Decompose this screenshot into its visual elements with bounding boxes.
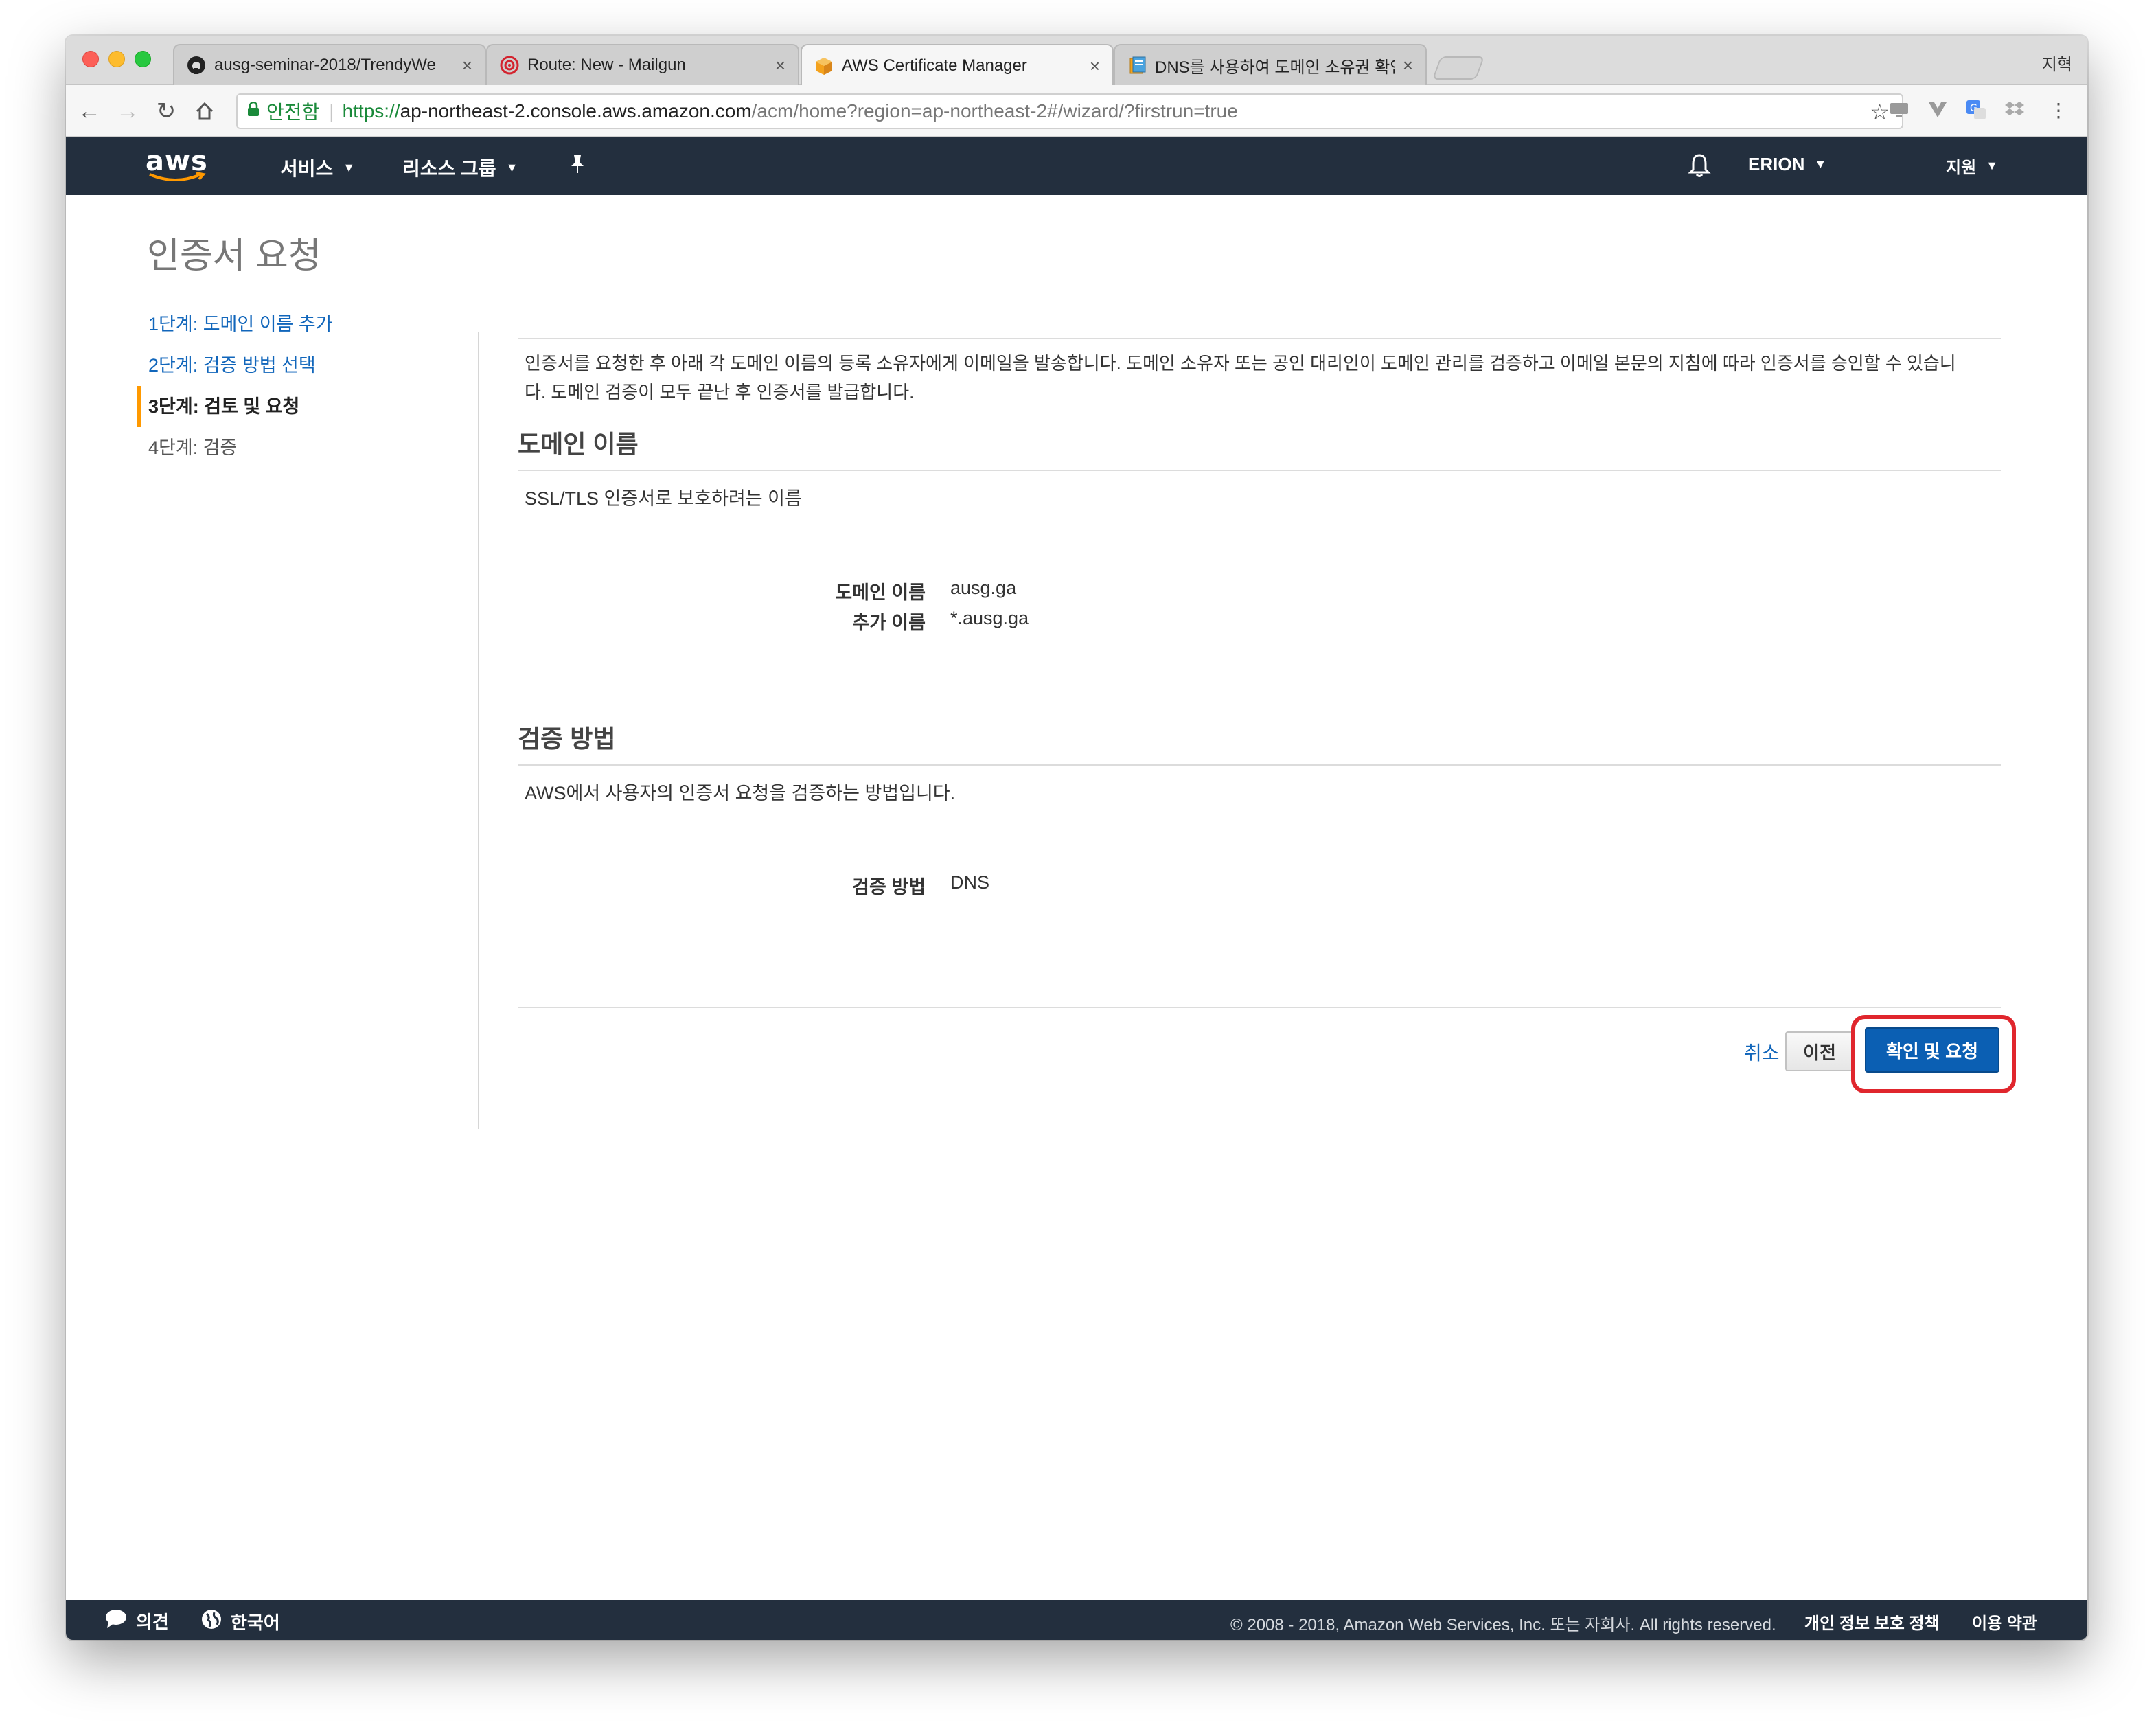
intro-line-2: 다. 도메인 검증이 모두 끝난 후 인증서를 발급합니다. — [525, 382, 915, 402]
previous-button[interactable]: 이전 — [1785, 1031, 1854, 1071]
chevron-down-icon: ▼ — [343, 160, 356, 174]
validation-method-value: DNS — [950, 872, 990, 893]
page-content: 인증서 요청 1단계: 도메인 이름 추가 2단계: 검증 방법 선택 3단계:… — [66, 195, 2087, 1600]
feedback-button[interactable]: 의견 — [104, 1608, 169, 1634]
additional-name-row: 추가 이름 *.ausg.ga — [518, 608, 2001, 638]
close-tab-icon[interactable]: × — [1403, 55, 1413, 76]
support-label: 지원 — [1946, 159, 1977, 177]
secure-label: 안전함 — [266, 102, 320, 123]
dropbox-extension-icon[interactable] — [2002, 98, 2027, 122]
forward-arrow-icon[interactable]: → — [114, 98, 141, 125]
browser-menu-icon[interactable]: ⋮ — [2046, 98, 2071, 122]
validation-method-row: 검증 방법 DNS — [518, 872, 2001, 902]
tab-title: Route: New - Mailgun — [527, 56, 686, 74]
globe-icon — [200, 1608, 222, 1635]
domain-name-label: 도메인 이름 — [835, 582, 926, 603]
tab-strip: ausg-seminar-2018/TrendyWe × Route: New … — [66, 36, 2087, 87]
aws-smile-icon — [149, 172, 206, 181]
lock-icon — [247, 101, 260, 122]
translate-extension-icon[interactable]: G — [1964, 98, 1988, 122]
validation-method-label: 검증 방법 — [852, 877, 926, 898]
language-label: 한국어 — [231, 1612, 280, 1633]
chevron-down-icon: ▼ — [1814, 157, 1827, 171]
tab-dns-validation-docs[interactable]: DNS를 사용하여 도메인 소유권 확인 × — [1114, 44, 1427, 85]
terms-of-use-link[interactable]: 이용 약관 — [1972, 1610, 2037, 1634]
browser-window: ausg-seminar-2018/TrendyWe × Route: New … — [66, 36, 2087, 1640]
confirm-and-request-button[interactable]: 확인 및 요청 — [1865, 1027, 1999, 1073]
address-separator: | — [329, 100, 334, 122]
url-scheme: https:// — [342, 100, 400, 122]
aws-console-nav: aws 서비스 ▼ 리소스 그룹 ▼ ERION ▼ 지원 ▼ — [66, 137, 2087, 195]
account-menu[interactable]: ERION ▼ — [1748, 154, 1826, 175]
close-window-button[interactable] — [82, 51, 99, 67]
steps-divider — [478, 332, 479, 1129]
tab-title: ausg-seminar-2018/TrendyWe — [214, 56, 436, 74]
page-title: 인증서 요청 — [147, 236, 321, 276]
additional-name-value: *.ausg.ga — [950, 608, 1029, 628]
domain-section-description: SSL/TLS 인증서로 보호하려는 이름 — [525, 488, 802, 509]
docs-icon — [1127, 56, 1147, 75]
tab-title: DNS를 사용하여 도메인 소유권 확인 — [1155, 58, 1395, 77]
resource-groups-menu[interactable]: 리소스 그룹 ▼ — [402, 154, 518, 181]
intro-text: 인증서를 요청한 후 아래 각 도메인 이름의 등록 소유자에게 이메일을 발송… — [518, 339, 2001, 407]
home-icon[interactable] — [191, 98, 218, 125]
minimize-window-button[interactable] — [108, 51, 125, 67]
privacy-policy-link[interactable]: 개인 정보 보호 정책 — [1804, 1610, 1940, 1634]
step-3-current: 3단계: 검토 및 요청 — [137, 386, 481, 427]
step-1-link[interactable]: 1단계: 도메인 이름 추가 — [137, 304, 481, 345]
support-menu[interactable]: 지원 ▼ — [1946, 154, 1998, 178]
services-label: 서비스 — [280, 158, 334, 179]
url-host: ap-northeast-2.console.aws.amazon.com — [400, 100, 752, 122]
chevron-down-icon: ▼ — [505, 160, 518, 174]
close-tab-icon[interactable]: × — [462, 55, 472, 76]
notifications-bell-icon[interactable] — [1688, 152, 1711, 179]
cast-extension-icon[interactable] — [1887, 98, 1912, 122]
address-bar[interactable]: 안전함 | https:// ap-northeast-2.console.aw… — [236, 93, 1903, 129]
console-footer: 의견 한국어 © 2008 - 2018, Amazon Web Service… — [66, 1600, 2087, 1640]
browser-toolbar: ← → ↻ 안전함 | https:// ap-northeast-2.cons… — [66, 85, 2087, 137]
aws-logo[interactable]: aws — [146, 146, 209, 187]
feedback-label: 의견 — [136, 1612, 169, 1632]
additional-name-label: 추가 이름 — [852, 613, 926, 633]
copyright-text: © 2008 - 2018, Amazon Web Services, Inc.… — [1230, 1616, 1776, 1634]
speech-bubble-icon — [104, 1608, 128, 1634]
account-name: ERION — [1748, 154, 1805, 174]
validation-section-description: AWS에서 사용자의 인증서 요청을 검증하는 방법입니다. — [525, 783, 956, 803]
actions-divider — [518, 1007, 2001, 1008]
validation-section-heading: 검증 방법 — [518, 719, 2001, 766]
review-panel: 인증서를 요청한 후 아래 각 도메인 이름의 등록 소유자에게 이메일을 발송… — [518, 338, 2001, 902]
cancel-link[interactable]: 취소 — [1744, 1038, 1780, 1066]
resource-groups-label: 리소스 그룹 — [402, 158, 496, 179]
github-icon — [187, 56, 206, 75]
aws-icon — [814, 56, 834, 76]
services-menu[interactable]: 서비스 ▼ — [280, 154, 355, 181]
language-selector[interactable]: 한국어 — [200, 1608, 280, 1635]
pin-icon[interactable] — [569, 154, 586, 174]
step-4: 4단계: 검증 — [148, 437, 238, 458]
intro-line-1: 인증서를 요청한 후 아래 각 도메인 이름의 등록 소유자에게 이메일을 발송… — [525, 353, 1956, 374]
close-tab-icon[interactable]: × — [775, 55, 785, 76]
new-tab-button[interactable] — [1432, 56, 1485, 80]
chevron-down-icon: ▼ — [1986, 159, 1998, 172]
wizard-steps: 1단계: 도메인 이름 추가 2단계: 검증 방법 선택 3단계: 검토 및 요… — [137, 304, 481, 468]
domain-name-value: ausg.ga — [950, 578, 1017, 598]
mailgun-icon — [500, 56, 519, 75]
profile-name[interactable]: 지혁 — [2042, 51, 2072, 75]
tab-github[interactable]: ausg-seminar-2018/TrendyWe × — [173, 44, 486, 85]
tab-title: AWS Certificate Manager — [842, 56, 1027, 75]
reload-icon[interactable]: ↻ — [152, 98, 180, 125]
tab-aws-certificate-manager[interactable]: AWS Certificate Manager × — [801, 44, 1114, 87]
tab-mailgun[interactable]: Route: New - Mailgun × — [486, 44, 799, 85]
vue-devtools-icon[interactable] — [1925, 98, 1950, 122]
zoom-window-button[interactable] — [135, 51, 151, 67]
step-2-link[interactable]: 2단계: 검증 방법 선택 — [137, 345, 481, 386]
url-path: /acm/home?region=ap-northeast-2#/wizard/… — [751, 100, 1238, 122]
close-tab-icon[interactable]: × — [1090, 56, 1100, 77]
domain-name-row: 도메인 이름 ausg.ga — [518, 578, 2001, 608]
domain-section-heading: 도메인 이름 — [518, 424, 2001, 471]
back-arrow-icon[interactable]: ← — [76, 98, 103, 125]
